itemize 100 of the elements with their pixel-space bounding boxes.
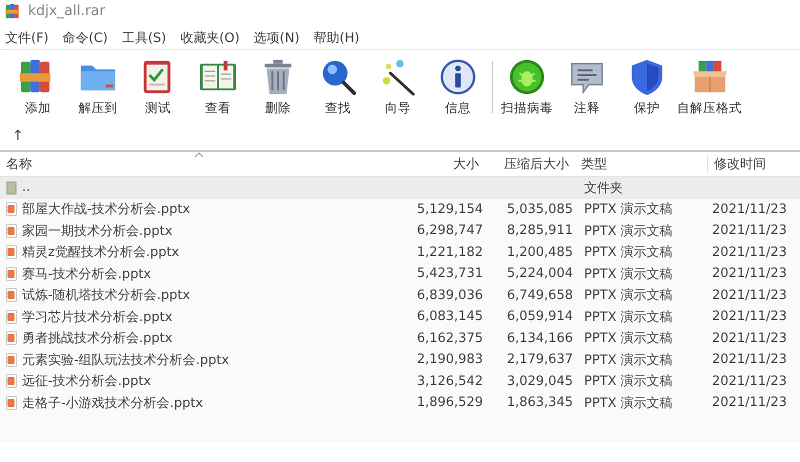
- document-icon: [6, 331, 17, 346]
- toolbar-button[interactable]: 解压到: [68, 58, 128, 116]
- modified-date: 2021/11/23: [711, 352, 788, 368]
- packed-size: 2,179,637: [506, 352, 574, 368]
- file-type: PPTX 演示文稿: [583, 330, 674, 348]
- file-row[interactable]: 精灵z觉醒技术分析会.pptx 1,221,182 1,200,485 PPTX 演示文稿 2021/11/23: [0, 242, 800, 263]
- toolbar-button[interactable]: 向导: [368, 58, 428, 116]
- file-type: PPTX 演示文稿: [583, 373, 674, 390]
- file-name: 元素实验-组队玩法技术分析会.pptx: [22, 352, 230, 369]
- file-type: PPTX 演示文稿: [583, 266, 674, 283]
- file-size: 6,083,145: [416, 309, 484, 324]
- modified-date: 2021/11/23: [711, 223, 788, 238]
- file-type: PPTX 演示文稿: [583, 222, 674, 240]
- document-icon: [6, 288, 17, 302]
- modified-date: 2021/11/23: [711, 202, 788, 217]
- file-name: 部屋大作战-技术分析会.pptx: [22, 201, 190, 218]
- toolbar-button[interactable]: 添加: [8, 58, 68, 116]
- file-type: PPTX 演示文稿: [583, 352, 674, 369]
- file-name: 走格子-小游戏技术分析会.pptx: [22, 394, 204, 412]
- file-type: PPTX 演示文稿: [583, 394, 674, 412]
- window-title: kdjx_all.rar: [28, 3, 106, 19]
- packed-size: 1,200,485: [506, 244, 574, 260]
- toolbar-button[interactable]: 扫描病毒: [497, 58, 557, 116]
- file-size: 1,221,182: [416, 244, 484, 260]
- toolbar-button[interactable]: 查找: [308, 58, 368, 116]
- toolbar-button[interactable]: 查看: [188, 58, 248, 116]
- file-size: 6,162,375: [416, 330, 484, 346]
- menu-item[interactable]: 选项(N): [254, 29, 300, 47]
- info-icon: [439, 58, 477, 96]
- file-row[interactable]: 学习芯片技术分析会.pptx 6,083,145 6,059,914 PPTX 演示文稿 2021/11/23: [0, 306, 800, 328]
- modified-date: 2021/11/23: [711, 330, 788, 346]
- document-icon: [6, 266, 17, 281]
- document-icon: [6, 396, 17, 410]
- column-header[interactable]: 类型: [575, 155, 707, 173]
- file-name: 赛马-技术分析会.pptx: [22, 266, 152, 283]
- file-type: PPTX 演示文稿: [583, 201, 674, 218]
- packed-size: 6,134,166: [506, 330, 574, 346]
- modified-date: 2021/11/23: [711, 244, 788, 260]
- packed-size: 6,059,914: [506, 309, 574, 324]
- toolbar-button[interactable]: 信息: [428, 58, 488, 116]
- file-size: 5,129,154: [416, 202, 484, 217]
- menu-item[interactable]: 文件(F): [5, 29, 49, 47]
- packed-size: 1,863,345: [506, 395, 574, 410]
- file-name: 试炼-随机塔技术分析会.pptx: [22, 287, 190, 304]
- modified-date: 2021/11/23: [711, 288, 788, 303]
- toolbar-button[interactable]: 注释: [557, 58, 617, 116]
- toolbar-button[interactable]: 保护: [617, 58, 677, 116]
- modified-date: 2021/11/23: [711, 309, 788, 324]
- file-row[interactable]: 家园一期技术分析会.pptx 6,298,747 8,285,911 PPTX 演示文稿 2021/11/23: [0, 220, 800, 242]
- column-header[interactable]: 压缩后大小: [485, 155, 575, 173]
- document-icon: [6, 352, 17, 367]
- menu-item[interactable]: 工具(S): [122, 29, 166, 47]
- document-icon: [6, 310, 17, 324]
- modified-date: 2021/11/23: [711, 266, 788, 282]
- toolbar-button[interactable]: 测试: [128, 58, 188, 116]
- file-name: 远征-技术分析会.pptx: [22, 373, 152, 390]
- file-type: PPTX 演示文稿: [583, 287, 674, 304]
- document-icon: [6, 245, 17, 260]
- document-icon: [6, 374, 17, 388]
- file-size: 1,896,529: [416, 395, 484, 410]
- file-row[interactable]: 赛马-技术分析会.pptx 5,423,731 5,224,004 PPTX 演示文稿 2021/11/23: [0, 263, 800, 284]
- packed-size: 5,035,085: [506, 202, 574, 217]
- file-name: 精灵z觉醒技术分析会.pptx: [22, 244, 180, 262]
- up-button[interactable]: ↑: [12, 128, 24, 144]
- file-type: 文件夹: [583, 180, 624, 197]
- menu-item[interactable]: 帮助(H): [314, 29, 360, 47]
- packed-size: 5,224,004: [506, 266, 574, 282]
- file-size: 6,298,747: [416, 223, 484, 238]
- menu-item[interactable]: 收藏夹(O): [180, 29, 240, 47]
- file-size: 6,839,036: [416, 288, 484, 303]
- file-name: ..: [22, 180, 30, 196]
- file-row[interactable]: 远征-技术分析会.pptx 3,126,542 3,029,045 PPTX 演示文稿 2021/11/23: [0, 370, 800, 392]
- column-header[interactable]: 修改时间: [707, 155, 800, 173]
- modified-date: 2021/11/23: [711, 374, 788, 389]
- app-icon: [5, 2, 22, 20]
- file-name: 学习芯片技术分析会.pptx: [22, 308, 172, 326]
- column-header[interactable]: 大小: [405, 155, 485, 173]
- file-row[interactable]: 走格子-小游戏技术分析会.pptx 1,896,529 1,863,345 PPTX 演示文稿 2021/11/23: [0, 392, 800, 414]
- file-row[interactable]: 试炼-随机塔技术分析会.pptx 6,839,036 6,749,658 PPTX 演示文稿 2021/11/23: [0, 284, 800, 306]
- document-icon: [6, 202, 17, 216]
- packed-size: 8,285,911: [506, 223, 574, 238]
- modified-date: 2021/11/23: [711, 395, 788, 410]
- document-icon: [6, 224, 17, 238]
- file-type: PPTX 演示文稿: [583, 308, 674, 326]
- menu-item[interactable]: 命令(C): [62, 29, 108, 47]
- file-name: 家园一期技术分析会.pptx: [22, 222, 172, 240]
- column-header[interactable]: 名称: [0, 155, 405, 173]
- file-row[interactable]: .. 文件夹: [0, 177, 800, 198]
- toolbar-button[interactable]: 删除: [248, 58, 308, 116]
- file-row[interactable]: 元素实验-组队玩法技术分析会.pptx 2,190,983 2,179,637 PPTX 演示文稿 2021/11/23: [0, 349, 800, 370]
- file-row[interactable]: 勇者挑战技术分析会.pptx 6,162,375 6,134,166 PPTX 演示文稿 2021/11/23: [0, 328, 800, 349]
- toolbar-button[interactable]: 自解压格式: [677, 58, 742, 116]
- file-size: 2,190,983: [416, 352, 484, 368]
- packed-size: 3,029,045: [506, 374, 574, 389]
- file-row[interactable]: 部屋大作战-技术分析会.pptx 5,129,154 5,035,085 PPTX 演示文稿 2021/11/23: [0, 198, 800, 220]
- parent-folder-icon: [6, 180, 17, 195]
- file-size: 5,423,731: [416, 266, 484, 282]
- packed-size: 6,749,658: [506, 288, 574, 303]
- file-name: 勇者挑战技术分析会.pptx: [22, 330, 172, 348]
- file-type: PPTX 演示文稿: [583, 244, 674, 262]
